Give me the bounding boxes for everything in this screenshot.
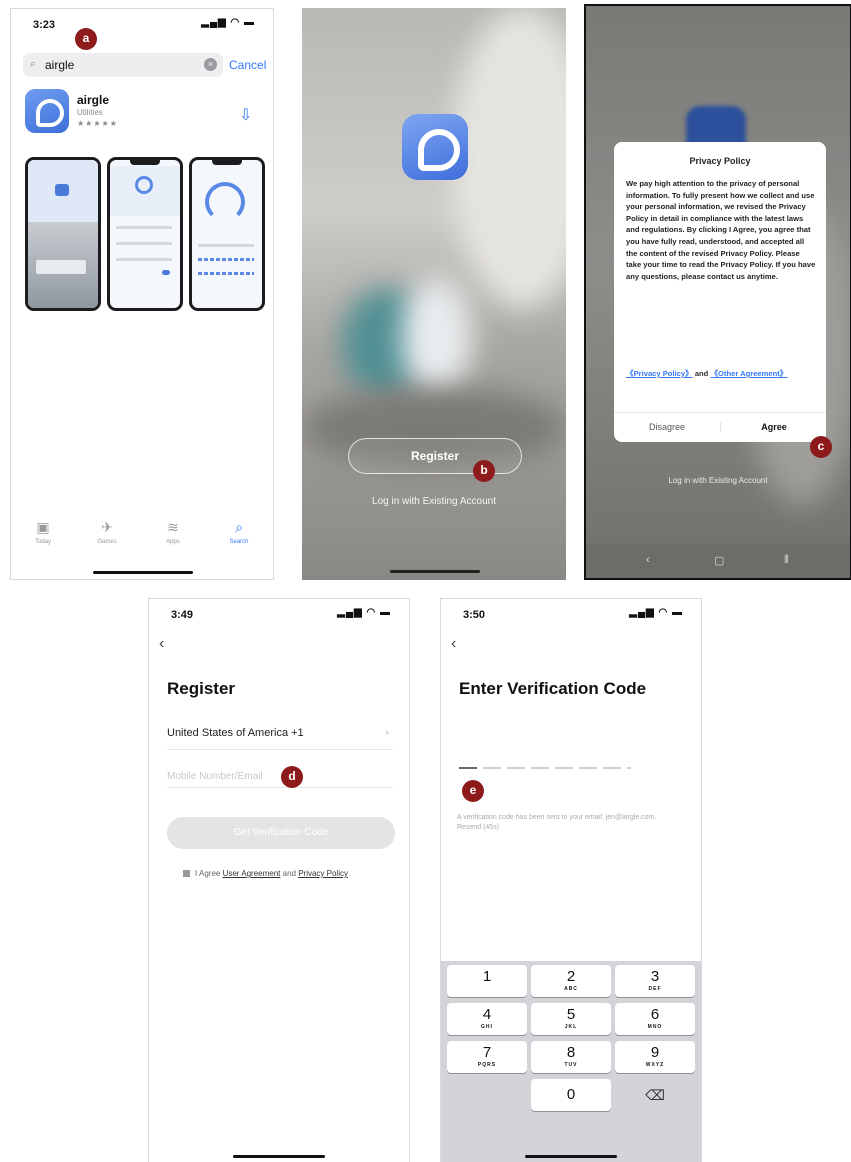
app-screenshot[interactable] [25,157,101,311]
search-icon: ⌕ [235,519,243,535]
verification-hint: A verification code has been sent to you… [457,814,657,831]
signal-wifi-battery-icon: ▂▄▆ ◠ ▬ [337,607,391,618]
key-5[interactable]: 5 JKL [531,1003,611,1035]
tab-games[interactable]: ✈ Games [77,519,137,545]
back-chevron-icon[interactable]: ‹ [159,635,164,653]
tab-bar: ▣ Today ✈ Games ≋ Apps ⌕ Search [11,519,273,559]
home-nav-icon[interactable]: ▢ [714,554,724,567]
key-8[interactable]: 8 TUV [531,1041,611,1073]
signal-wifi-battery-icon: ▂▄▆ ◠ ▬ [629,607,683,618]
step-marker-d: d [281,766,303,788]
disagree-button[interactable]: Disagree [614,422,720,432]
chevron-right-icon: › [385,727,389,739]
key-6[interactable]: 6 MNO [615,1003,695,1035]
key-9[interactable]: 9 WXYZ [615,1041,695,1073]
app-logo-icon [402,114,468,180]
page-title: Register [167,679,236,698]
agree-button[interactable]: Agree [720,422,827,432]
dialog-body: We pay high attention to the privacy of … [626,179,816,281]
agree-checkbox[interactable] [183,870,190,878]
status-bar: 3:49 ▂▄▆ ◠ ▬ [149,599,409,621]
home-indicator [233,1155,325,1158]
search-icon: ⌕ [30,58,37,70]
tab-today-label: Today [34,539,51,545]
key-7[interactable]: 7 PQRS [447,1041,527,1073]
country-selector[interactable]: United States of America +1 › [167,727,393,750]
backspace-icon[interactable]: ⌫ [615,1079,695,1111]
layers-icon: ≋ [167,519,179,535]
app-icon[interactable] [25,89,69,133]
mobile-email-input[interactable] [167,765,393,788]
privacy-policy-link[interactable]: 《Privacy Policy》 [626,369,693,378]
key-0[interactable]: 0 [531,1079,611,1111]
agree-and: and [280,869,299,878]
rocket-icon: ✈ [101,519,113,535]
step-marker-b: b [473,460,495,482]
code-input-field[interactable] [459,767,631,769]
search-field[interactable]: ⌕ airgle × [23,53,223,77]
user-agreement-link[interactable]: User Agreement [223,869,281,878]
key-2[interactable]: 2 ABC [531,965,611,997]
register-button[interactable]: Register [348,438,522,474]
tab-today[interactable]: ▣ Today [13,519,73,545]
back-nav-icon[interactable]: ‹ [646,554,650,566]
cancel-button[interactable]: Cancel [229,58,266,72]
back-chevron-icon[interactable]: ‹ [451,635,456,653]
get-verification-code-button[interactable]: Get Verification Code [167,817,395,849]
status-time: 3:23 [33,19,56,31]
tab-search-label: Search [229,539,249,545]
app-screenshot[interactable] [189,157,265,311]
welcome-screen: Register Log in with Existing Account [302,8,566,580]
clear-search-icon[interactable]: × [204,58,217,71]
login-existing-link[interactable]: Log in with Existing Account [302,496,566,507]
verification-code-screen: 3:50 ▂▄▆ ◠ ▬ ‹ Enter Verification Code A… [440,598,702,1162]
numeric-keypad: 1 2 ABC 3 DEF 4 GHI 5 JKL 6 MNO 7 PQRS 8 TUV 9W… [441,961,701,1162]
dialog-links: 《Privacy Policy》 and 《Other Agreement》 [626,368,816,379]
signal-wifi-battery-icon: ▂▄▆ ◠ ▬ [201,17,255,28]
download-cloud-icon[interactable]: ⇩ [239,105,252,125]
other-agreement-link[interactable]: 《Other Agreement》 [710,369,787,378]
tab-games-label: Games [97,539,117,545]
recents-nav-icon[interactable]: ⦀ [784,554,789,567]
privacy-dialog: Privacy Policy We pay high attention to … [614,142,826,442]
app-rating: ★★★★★ [77,119,118,128]
android-nav-bar: ‹ ▢ ⦀ [586,544,850,578]
dialog-title: Privacy Policy [689,156,751,166]
home-indicator [525,1155,617,1158]
search-query[interactable]: airgle [45,58,74,72]
home-indicator [93,571,193,574]
today-icon: ▣ [36,519,50,535]
step-marker-a: a [75,28,97,50]
country-value: United States of America +1 [167,727,304,739]
step-marker-e: e [462,780,484,802]
tab-search[interactable]: ⌕ Search [209,519,269,545]
home-indicator [390,570,480,573]
app-store-search-screen: 3:23 ▂▄▆ ◠ ▬ ⌕ airgle × Cancel airgle Ut… [10,8,274,580]
privacy-policy-screen: Privacy Policy We pay high attention to … [584,4,851,580]
key-3[interactable]: 3 DEF [615,965,695,997]
privacy-policy-link[interactable]: Privacy Policy [298,869,348,878]
links-and: and [692,369,711,378]
tab-apps-label: Apps [166,539,180,545]
page-title: Enter Verification Code [459,679,647,698]
status-time: 3:50 [463,609,486,621]
app-name[interactable]: airgle [77,93,109,107]
dialog-buttons: Disagree Agree [614,412,826,443]
agreement-row: I Agree User Agreement and Privacy Polic… [183,869,348,878]
status-bar: 3:50 ▂▄▆ ◠ ▬ [441,599,701,621]
register-screen: 3:49 ▂▄▆ ◠ ▬ ‹ Register United States of… [148,598,410,1162]
key-1[interactable]: 1 [447,965,527,997]
status-bar: 3:23 ▂▄▆ ◠ ▬ [11,9,273,31]
login-existing-link[interactable]: Log in with Existing Account [586,476,850,485]
step-marker-c: c [810,436,832,458]
agree-prefix: I Agree [195,869,223,878]
tab-apps[interactable]: ≋ Apps [143,519,203,545]
key-4[interactable]: 4 GHI [447,1003,527,1035]
app-category: Utilities [77,108,103,117]
app-screenshot[interactable] [107,157,183,311]
status-time: 3:49 [171,609,194,621]
